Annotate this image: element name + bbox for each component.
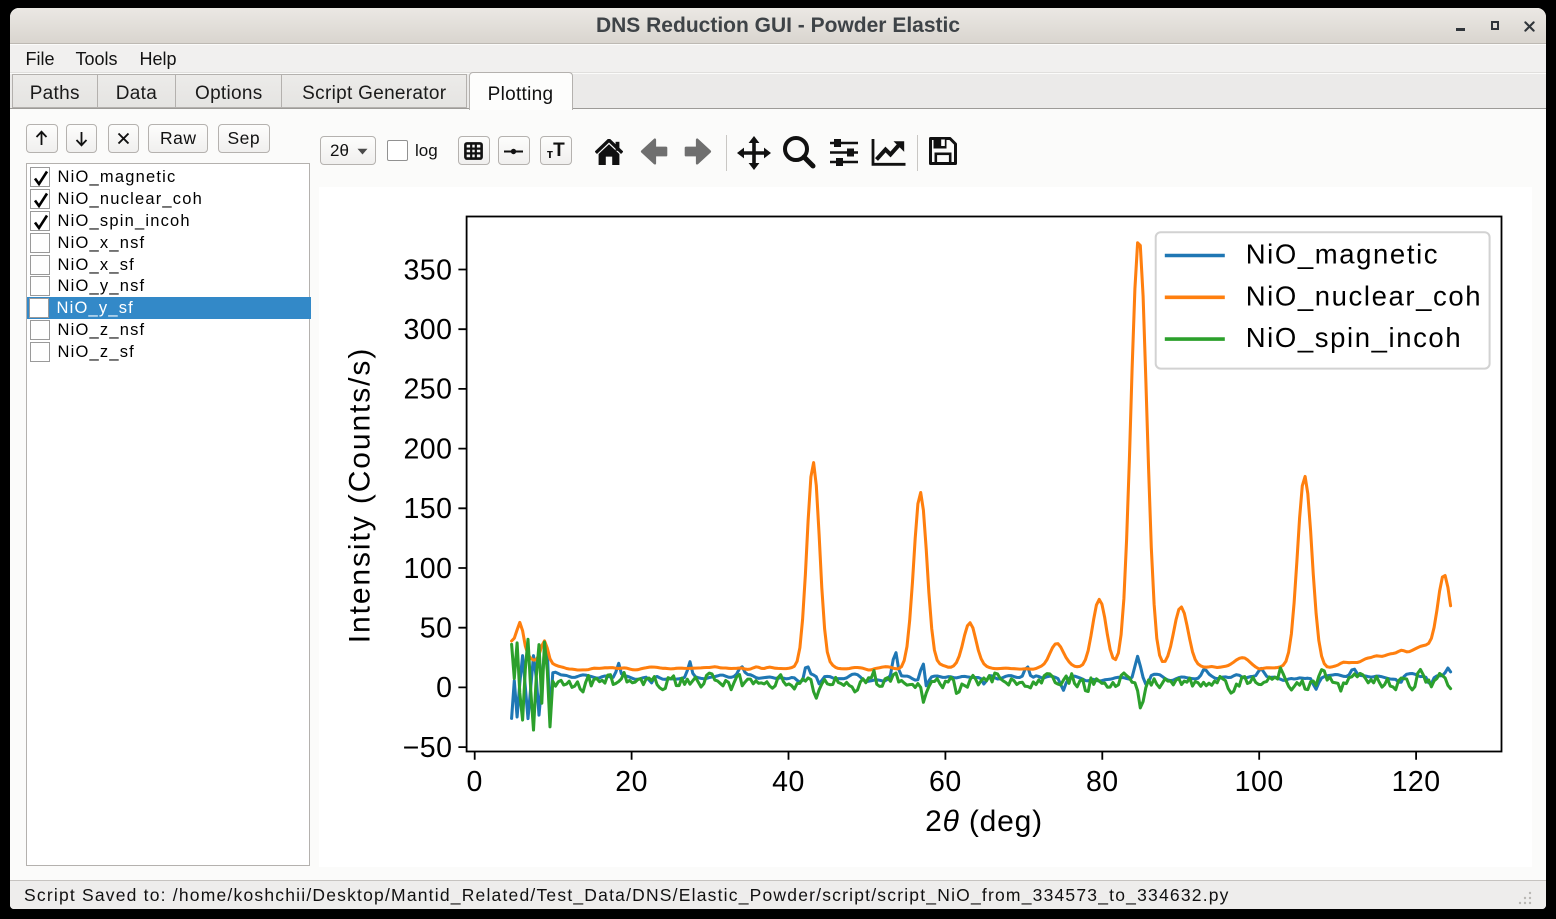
svg-text:2θ (deg): 2θ (deg) <box>925 805 1043 838</box>
svg-text:−50: −50 <box>403 732 453 764</box>
svg-text:NiO_spin_incoh: NiO_spin_incoh <box>1246 322 1463 353</box>
svg-text:Intensity (Counts/s): Intensity (Counts/s) <box>344 347 377 643</box>
svg-text:NiO_nuclear_coh: NiO_nuclear_coh <box>1246 280 1482 311</box>
svg-text:100: 100 <box>403 553 452 585</box>
svg-text:350: 350 <box>403 254 452 286</box>
svg-text:NiO_magnetic: NiO_magnetic <box>1246 239 1439 270</box>
svg-text:100: 100 <box>1235 766 1284 798</box>
svg-text:60: 60 <box>929 766 962 798</box>
svg-text:0: 0 <box>436 672 452 704</box>
svg-text:300: 300 <box>403 314 452 346</box>
svg-text:250: 250 <box>403 374 452 406</box>
svg-text:120: 120 <box>1392 766 1441 798</box>
svg-text:80: 80 <box>1086 766 1119 798</box>
svg-text:50: 50 <box>420 613 453 645</box>
svg-text:40: 40 <box>772 766 805 798</box>
svg-text:20: 20 <box>615 766 648 798</box>
svg-text:200: 200 <box>403 433 452 465</box>
svg-text:0: 0 <box>467 766 483 798</box>
svg-text:150: 150 <box>403 493 452 525</box>
